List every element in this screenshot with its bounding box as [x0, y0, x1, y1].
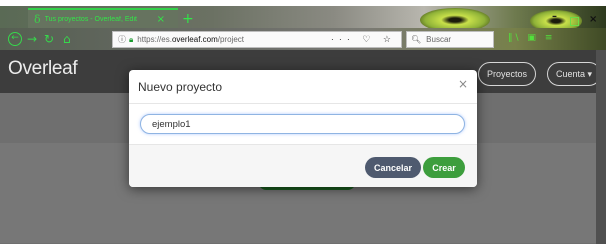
browser-window: δ Tus proyectos - Overleaf, Edit × + – ×…: [0, 0, 606, 244]
library-icon[interactable]: ‖\: [508, 33, 522, 43]
toolbar-icons: ‖\ ▣ ≡: [508, 33, 555, 43]
search-box[interactable]: 🔍︎ Buscar: [406, 31, 494, 48]
tab-title: Tus proyectos - Overleaf, Edit: [44, 15, 137, 23]
page-actions-icons[interactable]: ··· ♡ ☆: [331, 34, 396, 45]
tab-close-icon[interactable]: ×: [157, 14, 165, 25]
navigation-bar: ← → ↻ ⌂ ⓘ 🔒︎ https://es. overleaf.com /p…: [0, 28, 606, 50]
overleaf-logo[interactable]: Overleaf: [8, 58, 78, 80]
window-minimize-button[interactable]: –: [552, 11, 557, 22]
home-icon[interactable]: ⌂: [63, 32, 71, 46]
modal-title: Nuevo proyecto: [138, 80, 223, 94]
window-maximize-button[interactable]: [570, 17, 579, 26]
modal-header: Nuevo proyecto ×: [129, 70, 477, 104]
reload-icon[interactable]: ↻: [44, 32, 54, 46]
url-path: /project: [217, 35, 244, 44]
create-button[interactable]: Crear: [423, 157, 465, 178]
forward-icon[interactable]: →: [27, 32, 37, 46]
projects-button[interactable]: Proyectos: [478, 62, 537, 86]
modal-body: [129, 104, 477, 142]
back-icon[interactable]: ←: [8, 32, 22, 46]
search-placeholder: Buscar: [426, 35, 452, 44]
project-name-input[interactable]: [140, 114, 465, 134]
info-icon[interactable]: ⓘ: [118, 34, 126, 45]
account-button[interactable]: Cuenta ▾: [547, 62, 602, 86]
overleaf-favicon-icon: δ: [34, 12, 41, 26]
right-edge-strip: [596, 50, 606, 244]
new-project-modal: Nuevo proyecto × Cancelar Crear: [129, 70, 477, 187]
lock-icon[interactable]: 🔒︎: [129, 35, 133, 45]
url-domain: overleaf.com: [171, 35, 218, 44]
close-icon[interactable]: ×: [458, 77, 468, 91]
url-bar[interactable]: ⓘ 🔒︎ https://es. overleaf.com /project ·…: [112, 31, 402, 48]
tab-bar: δ Tus proyectos - Overleaf, Edit × + – ×: [0, 6, 606, 32]
sidebar-icon[interactable]: ▣: [527, 33, 539, 43]
tab-overleaf-projects[interactable]: δ Tus proyectos - Overleaf, Edit ×: [28, 8, 178, 28]
url-prefix: https://es.: [137, 35, 172, 44]
window-close-button[interactable]: ×: [589, 14, 597, 25]
modal-footer: Cancelar Crear: [129, 144, 477, 187]
menu-icon[interactable]: ≡: [545, 33, 556, 43]
new-tab-button[interactable]: +: [182, 12, 194, 26]
cancel-button[interactable]: Cancelar: [365, 157, 421, 178]
search-icon: 🔍︎: [411, 35, 422, 44]
